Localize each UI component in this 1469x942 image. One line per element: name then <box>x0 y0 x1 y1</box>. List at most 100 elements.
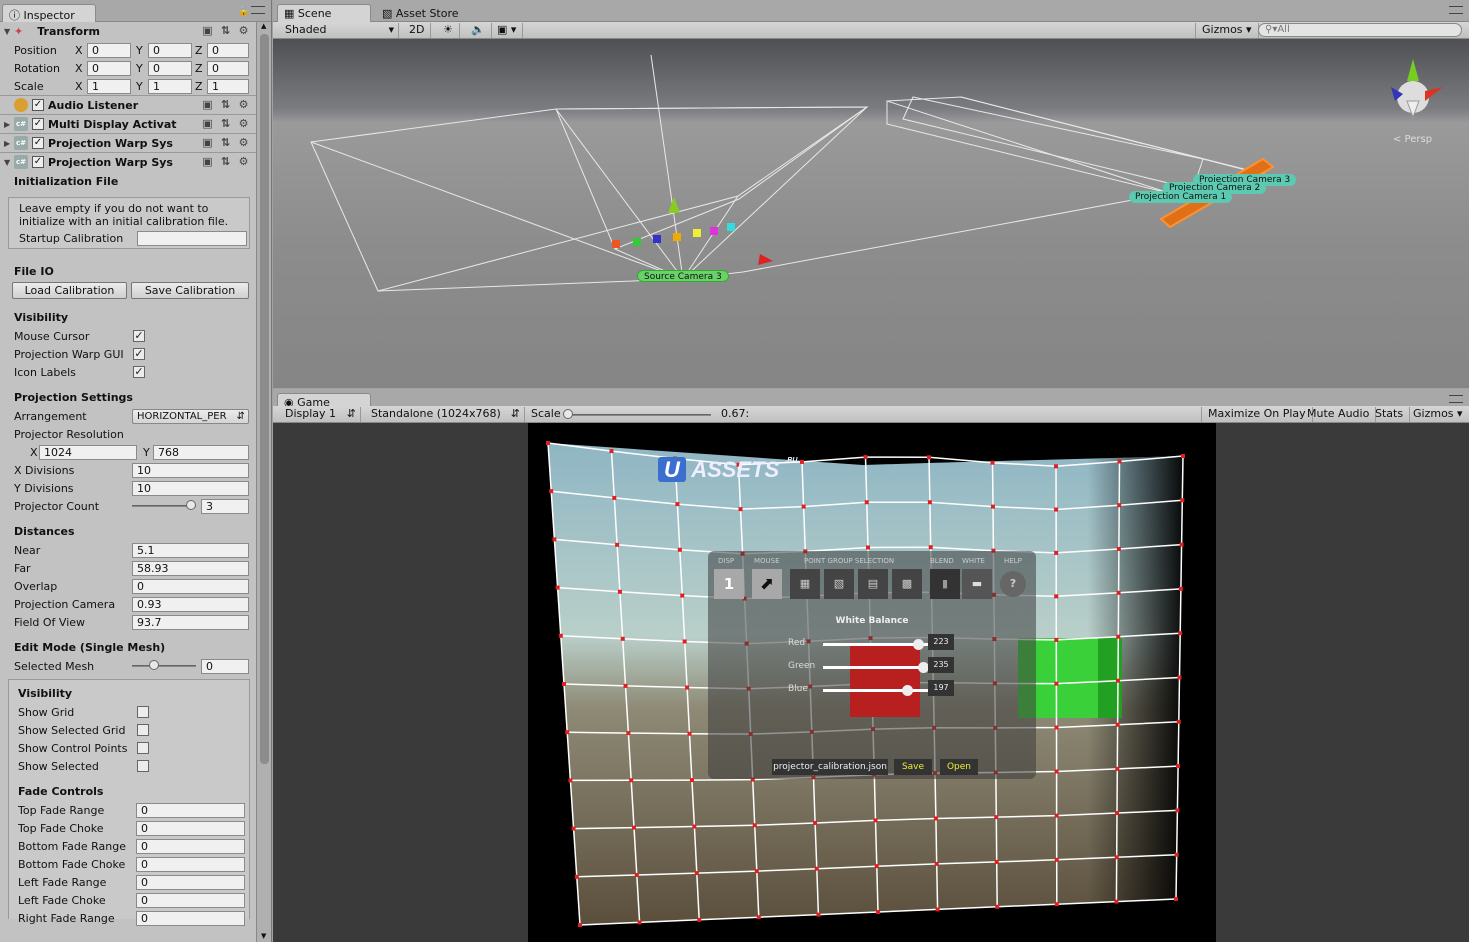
mesh-control-point[interactable] <box>990 504 995 509</box>
distance-field[interactable]: 0.93 <box>132 597 249 612</box>
mesh-control-point[interactable] <box>1054 507 1059 512</box>
mesh-control-point[interactable] <box>1054 681 1059 686</box>
tab-inspector[interactable]: ⓘ Inspector <box>2 4 96 22</box>
position-z-field[interactable]: 0 <box>207 43 249 58</box>
fold-icon[interactable]: ▶ <box>4 120 14 129</box>
mesh-control-point[interactable] <box>1054 813 1059 818</box>
mouse-cursor-button[interactable]: ⬈ <box>752 569 782 599</box>
tab-scene[interactable]: ▦ Scene <box>277 4 371 22</box>
component-enable-checkbox[interactable]: ✓ <box>32 99 44 111</box>
gear-icon[interactable]: ⚙ <box>237 99 250 111</box>
mesh-control-point[interactable] <box>814 866 819 871</box>
mesh-control-point[interactable] <box>1054 725 1059 730</box>
position-x-field[interactable]: 0 <box>87 43 131 58</box>
mesh-control-point[interactable] <box>1117 459 1122 464</box>
scale-slider[interactable] <box>563 409 711 419</box>
mesh-control-point[interactable] <box>682 639 687 644</box>
fade-field[interactable]: 0 <box>136 803 245 818</box>
mesh-control-point[interactable] <box>754 869 759 874</box>
gear-icon[interactable]: ⚙ <box>237 156 250 168</box>
mesh-control-point[interactable] <box>555 585 560 590</box>
distance-field[interactable]: 93.7 <box>132 615 249 630</box>
select-all-points-button[interactable]: ▦ <box>790 569 820 599</box>
gui-open-button[interactable]: Open <box>940 759 978 775</box>
grid-visibility-checkbox[interactable] <box>137 742 149 754</box>
mesh-control-point[interactable] <box>552 537 557 542</box>
mesh-control-point[interactable] <box>800 459 804 464</box>
game-viewport[interactable]: U ASSETS .RU DISP MOUSE POINT GROUP SELECT… <box>273 423 1469 942</box>
mesh-control-point[interactable] <box>546 441 550 445</box>
scale-control[interactable]: Scale <box>525 407 715 422</box>
mesh-control-point[interactable] <box>1054 550 1059 555</box>
mesh-control-point[interactable] <box>675 502 680 507</box>
component-header[interactable]: ✓ Audio Listener ▣ ⇅ ⚙ <box>0 95 256 114</box>
mesh-control-point[interactable] <box>1116 590 1121 595</box>
mesh-control-point[interactable] <box>1179 542 1184 547</box>
preset-icon[interactable]: ⇅ <box>219 25 232 37</box>
mesh-control-point[interactable] <box>637 920 642 925</box>
scroll-down-icon[interactable]: ▼ <box>261 932 266 940</box>
mesh-control-point[interactable] <box>866 545 870 550</box>
help-button[interactable]: ? <box>1000 571 1026 597</box>
effects-icon[interactable]: ▣ ▾ <box>491 23 524 38</box>
wb-slider-knob[interactable] <box>912 639 924 650</box>
visibility-checkbox[interactable]: ✓ <box>133 366 145 378</box>
mesh-control-point[interactable] <box>927 500 932 505</box>
component-enable-checkbox[interactable]: ✓ <box>32 137 44 149</box>
mesh-control-point[interactable] <box>1116 634 1121 639</box>
mesh-control-point[interactable] <box>928 545 933 550</box>
lighting-icon[interactable]: ☀ <box>437 23 460 38</box>
mesh-control-point[interactable] <box>692 824 697 829</box>
visibility-checkbox[interactable]: ✓ <box>133 330 145 342</box>
component-header[interactable]: ▶ c# ✓ Projection Warp Sys ▣ ⇅ ⚙ <box>0 133 256 152</box>
fade-field[interactable]: 0 <box>136 857 245 872</box>
mesh-control-point[interactable] <box>863 455 868 460</box>
mesh-control-point[interactable] <box>1176 719 1181 724</box>
white-button[interactable]: ▬ <box>962 569 992 599</box>
mesh-control-point[interactable] <box>620 636 625 641</box>
count-field[interactable]: 3 <box>201 499 249 514</box>
scene-viewport[interactable]: Source Camera 3 Projection Camera 3 Proj… <box>273 39 1469 388</box>
mesh-control-point[interactable] <box>574 874 579 879</box>
mesh-control-point[interactable] <box>873 818 878 823</box>
mesh-slider-knob[interactable] <box>149 660 160 670</box>
help-icon[interactable]: ▣ <box>201 118 214 130</box>
inspector-scrollbar[interactable]: ▲ ▼ <box>256 22 271 942</box>
distance-field[interactable]: 0 <box>132 579 249 594</box>
mesh-control-point[interactable] <box>1177 675 1182 680</box>
help-icon[interactable]: ▣ <box>201 156 214 168</box>
mesh-control-point[interactable] <box>1115 678 1120 683</box>
distance-field[interactable]: 5.1 <box>132 543 249 558</box>
mesh-control-point[interactable] <box>565 730 570 735</box>
position-y-field[interactable]: 0 <box>148 43 192 58</box>
mesh-control-point[interactable] <box>687 731 692 736</box>
stats-toggle[interactable]: Stats <box>1369 407 1411 422</box>
gear-icon[interactable]: ⚙ <box>237 118 250 130</box>
mesh-control-point[interactable] <box>626 731 631 736</box>
mesh-control-point[interactable] <box>697 917 702 922</box>
mesh-control-point[interactable] <box>558 633 563 638</box>
2d-toggle[interactable]: 2D <box>403 23 432 38</box>
mesh-control-point[interactable] <box>1178 631 1183 636</box>
help-icon[interactable]: ▣ <box>201 99 214 111</box>
tab-menu-icon[interactable] <box>251 6 265 14</box>
disp-button[interactable]: 1 <box>714 569 744 599</box>
mesh-control-point[interactable] <box>612 495 617 500</box>
mesh-control-point[interactable] <box>1117 503 1122 508</box>
grid-visibility-checkbox[interactable] <box>137 724 149 736</box>
mesh-control-point[interactable] <box>1115 811 1120 816</box>
shading-dropdown[interactable]: Shaded ▼ <box>279 23 399 38</box>
fade-field[interactable]: 0 <box>136 911 245 926</box>
tab-menu-icon[interactable] <box>1449 395 1463 403</box>
mesh-control-point[interactable] <box>990 460 995 465</box>
select-rows-button[interactable]: ▧ <box>824 569 854 599</box>
mesh-control-point[interactable] <box>813 820 818 825</box>
load-calibration-button[interactable]: Load Calibration <box>12 282 127 299</box>
lock-icon[interactable]: 🔒 <box>238 7 249 17</box>
rotation-x-field[interactable]: 0 <box>87 61 131 76</box>
mesh-control-point[interactable] <box>1054 857 1059 862</box>
mute-audio-toggle[interactable]: Mute Audio <box>1301 407 1377 422</box>
gizmos-dropdown[interactable]: Gizmos ▾ <box>1195 23 1259 38</box>
search-input[interactable]: ⚲▾All <box>1258 23 1462 37</box>
mesh-control-point[interactable] <box>1115 766 1120 771</box>
